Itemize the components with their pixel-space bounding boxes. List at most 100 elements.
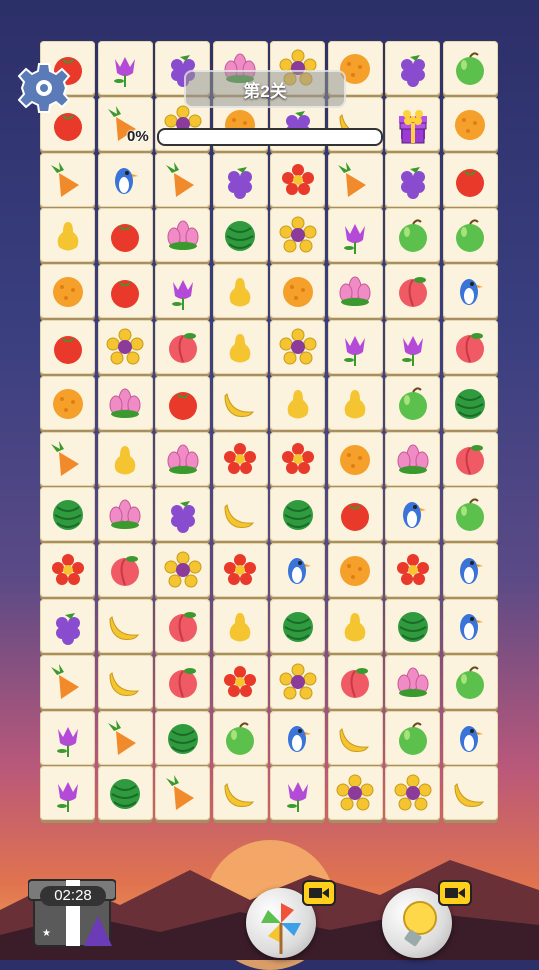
gift-box-icon[interactable] bbox=[398, 115, 428, 145]
tile-peach[interactable] bbox=[385, 264, 440, 319]
tile-carrot[interactable] bbox=[40, 152, 95, 207]
tile-poppy[interactable] bbox=[212, 431, 268, 486]
tile-bluebird[interactable] bbox=[270, 710, 325, 765]
tile-apple[interactable] bbox=[442, 208, 498, 263]
tile-poppy[interactable] bbox=[212, 543, 268, 598]
gift-box-icon[interactable]: ★ bbox=[28, 866, 116, 950]
tile-peach[interactable] bbox=[155, 320, 210, 374]
tile-apple[interactable] bbox=[442, 487, 498, 542]
tile-bluebird[interactable] bbox=[442, 543, 498, 598]
tile-poppy[interactable] bbox=[40, 543, 95, 598]
video-camera-icon[interactable] bbox=[302, 880, 336, 906]
tile-bluebird[interactable] bbox=[442, 599, 498, 653]
tile-grape[interactable] bbox=[40, 599, 95, 653]
tile-apple[interactable] bbox=[442, 41, 498, 95]
tile-peach[interactable] bbox=[155, 599, 210, 653]
tile-melon[interactable] bbox=[97, 766, 153, 821]
tile-tulip[interactable] bbox=[327, 208, 383, 263]
tile-orange[interactable] bbox=[442, 96, 498, 151]
tile-lotus[interactable] bbox=[155, 431, 210, 486]
tile-banana[interactable] bbox=[327, 710, 383, 765]
tile-carrot[interactable] bbox=[327, 152, 383, 207]
tile-tulip[interactable] bbox=[270, 766, 325, 821]
tile-melon[interactable] bbox=[442, 375, 498, 430]
tile-bluebird[interactable] bbox=[442, 264, 498, 319]
tile-tomato[interactable] bbox=[327, 487, 383, 542]
tile-bluebird[interactable] bbox=[270, 543, 325, 598]
tile-pear[interactable] bbox=[212, 320, 268, 374]
tile-pear[interactable] bbox=[212, 599, 268, 653]
tile-peach[interactable] bbox=[155, 654, 210, 709]
tile-lotus[interactable] bbox=[155, 208, 210, 263]
tile-sunflower[interactable] bbox=[97, 320, 153, 374]
tile-melon[interactable] bbox=[270, 487, 325, 542]
tile-orange[interactable] bbox=[327, 431, 383, 486]
tile-tulip[interactable] bbox=[97, 41, 153, 95]
tile-bluebird[interactable] bbox=[97, 152, 153, 207]
tile-lotus[interactable] bbox=[97, 487, 153, 542]
tile-tomato[interactable] bbox=[40, 320, 95, 374]
tile-apple[interactable] bbox=[442, 654, 498, 709]
tile-grape[interactable] bbox=[385, 41, 440, 95]
tile-lotus[interactable] bbox=[385, 654, 440, 709]
tile-banana[interactable] bbox=[97, 599, 153, 653]
tile-melon[interactable] bbox=[155, 710, 210, 765]
gear-icon[interactable] bbox=[16, 60, 72, 116]
tile-sunflower[interactable] bbox=[270, 208, 325, 263]
tile-tulip[interactable] bbox=[385, 320, 440, 374]
tile-apple[interactable] bbox=[385, 375, 440, 430]
tile-apple[interactable] bbox=[212, 710, 268, 765]
tile-pear[interactable] bbox=[270, 375, 325, 430]
tile-carrot[interactable] bbox=[155, 152, 210, 207]
tile-tulip[interactable] bbox=[327, 320, 383, 374]
tile-grape[interactable] bbox=[212, 152, 268, 207]
tile-peach[interactable] bbox=[442, 431, 498, 486]
tile-peach[interactable] bbox=[97, 543, 153, 598]
tile-peach[interactable] bbox=[442, 320, 498, 374]
tile-lotus[interactable] bbox=[385, 431, 440, 486]
tile-pear[interactable] bbox=[97, 431, 153, 486]
tile-pear[interactable] bbox=[327, 599, 383, 653]
tile-apple[interactable] bbox=[385, 208, 440, 263]
tile-tomato[interactable] bbox=[442, 152, 498, 207]
tile-tomato[interactable] bbox=[97, 264, 153, 319]
tile-sunflower[interactable] bbox=[327, 766, 383, 821]
tile-melon[interactable] bbox=[40, 487, 95, 542]
tile-carrot[interactable] bbox=[97, 710, 153, 765]
tile-orange[interactable] bbox=[327, 543, 383, 598]
tile-melon[interactable] bbox=[212, 208, 268, 263]
tile-poppy[interactable] bbox=[270, 152, 325, 207]
tile-pear[interactable] bbox=[212, 264, 268, 319]
tile-lotus[interactable] bbox=[97, 375, 153, 430]
tile-banana[interactable] bbox=[212, 375, 268, 430]
tile-apple[interactable] bbox=[385, 710, 440, 765]
tile-banana[interactable] bbox=[97, 654, 153, 709]
tile-orange[interactable] bbox=[40, 264, 95, 319]
video-camera-icon[interactable] bbox=[438, 880, 472, 906]
tile-tulip[interactable] bbox=[40, 710, 95, 765]
tile-poppy[interactable] bbox=[270, 431, 325, 486]
tile-tulip[interactable] bbox=[155, 264, 210, 319]
tile-pear[interactable] bbox=[327, 375, 383, 430]
tile-carrot[interactable] bbox=[40, 431, 95, 486]
tile-grape[interactable] bbox=[385, 152, 440, 207]
tile-tulip[interactable] bbox=[40, 766, 95, 821]
tile-melon[interactable] bbox=[270, 599, 325, 653]
tile-orange[interactable] bbox=[270, 264, 325, 319]
tile-peach[interactable] bbox=[327, 654, 383, 709]
tile-banana[interactable] bbox=[212, 487, 268, 542]
tile-poppy[interactable] bbox=[385, 543, 440, 598]
tile-bluebird[interactable] bbox=[385, 487, 440, 542]
tile-pear[interactable] bbox=[40, 208, 95, 263]
tile-orange[interactable] bbox=[40, 375, 95, 430]
tile-poppy[interactable] bbox=[212, 654, 268, 709]
tile-carrot[interactable] bbox=[40, 654, 95, 709]
tile-banana[interactable] bbox=[442, 766, 498, 821]
tile-grape[interactable] bbox=[155, 487, 210, 542]
tile-melon[interactable] bbox=[385, 599, 440, 653]
tile-tomato[interactable] bbox=[155, 375, 210, 430]
tile-banana[interactable] bbox=[212, 766, 268, 821]
tile-sunflower[interactable] bbox=[270, 654, 325, 709]
tile-carrot[interactable] bbox=[155, 766, 210, 821]
tile-sunflower[interactable] bbox=[270, 320, 325, 374]
